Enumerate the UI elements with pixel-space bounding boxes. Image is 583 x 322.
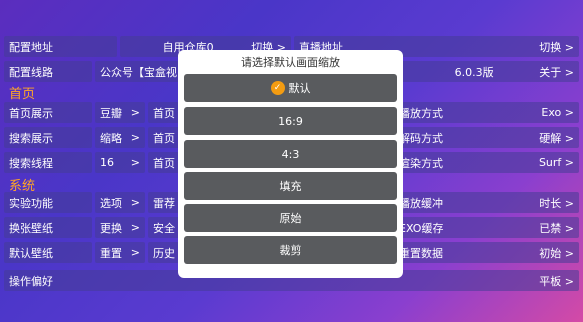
section-home: 首页	[9, 87, 36, 102]
dialog-panel: 请选择默认画面缩放 ✓ 默认 16:9 4:3 填充 原始 裁剪	[178, 50, 403, 278]
play-buffer[interactable]: 播放缓冲 时长 >	[394, 192, 579, 213]
config-line-label: 配置线路	[4, 61, 92, 82]
default-wallpaper-label: 默认壁纸	[4, 242, 92, 263]
change-wallpaper-value[interactable]: 更换 >	[95, 217, 145, 238]
search-display-value[interactable]: 缩略 >	[95, 127, 145, 148]
check-icon: ✓	[270, 81, 285, 95]
exo-cache[interactable]: EXO缓存 已禁 >	[394, 217, 579, 238]
default-wallpaper-value[interactable]: 重置 >	[95, 242, 145, 263]
render-mode[interactable]: 渲染方式 Surf >	[394, 152, 579, 173]
option-crop[interactable]: 裁剪	[184, 236, 397, 264]
play-mode[interactable]: 播放方式 Exo >	[394, 102, 579, 123]
search-thread-label: 搜索线程	[4, 152, 92, 173]
reset-data[interactable]: 重置数据 初始 >	[394, 242, 579, 263]
option-default-label: 默认	[288, 82, 311, 95]
option-original[interactable]: 原始	[184, 204, 397, 232]
home-display-value[interactable]: 豆瓣 >	[95, 102, 145, 123]
option-default[interactable]: ✓ 默认	[184, 74, 397, 102]
experiment-label: 实验功能	[4, 192, 92, 213]
zoom-dialog: 请选择默认画面缩放 ✓ 默认 16:9 4:3 填充 原始 裁剪	[178, 50, 403, 278]
option-4-3[interactable]: 4:3	[184, 140, 397, 168]
search-display-label: 搜索展示	[4, 127, 92, 148]
option-16-9[interactable]: 16:9	[184, 107, 397, 135]
search-thread-value[interactable]: 16 >	[95, 152, 145, 173]
config-address-label: 配置地址	[4, 36, 117, 57]
option-fill[interactable]: 填充	[184, 172, 397, 200]
change-wallpaper-label: 换张壁纸	[4, 217, 92, 238]
experiment-value[interactable]: 选项 >	[95, 192, 145, 213]
home-display-label: 首页展示	[4, 102, 92, 123]
dialog-title: 请选择默认画面缩放	[241, 56, 340, 69]
decode-mode[interactable]: 解码方式 硬解 >	[394, 127, 579, 148]
